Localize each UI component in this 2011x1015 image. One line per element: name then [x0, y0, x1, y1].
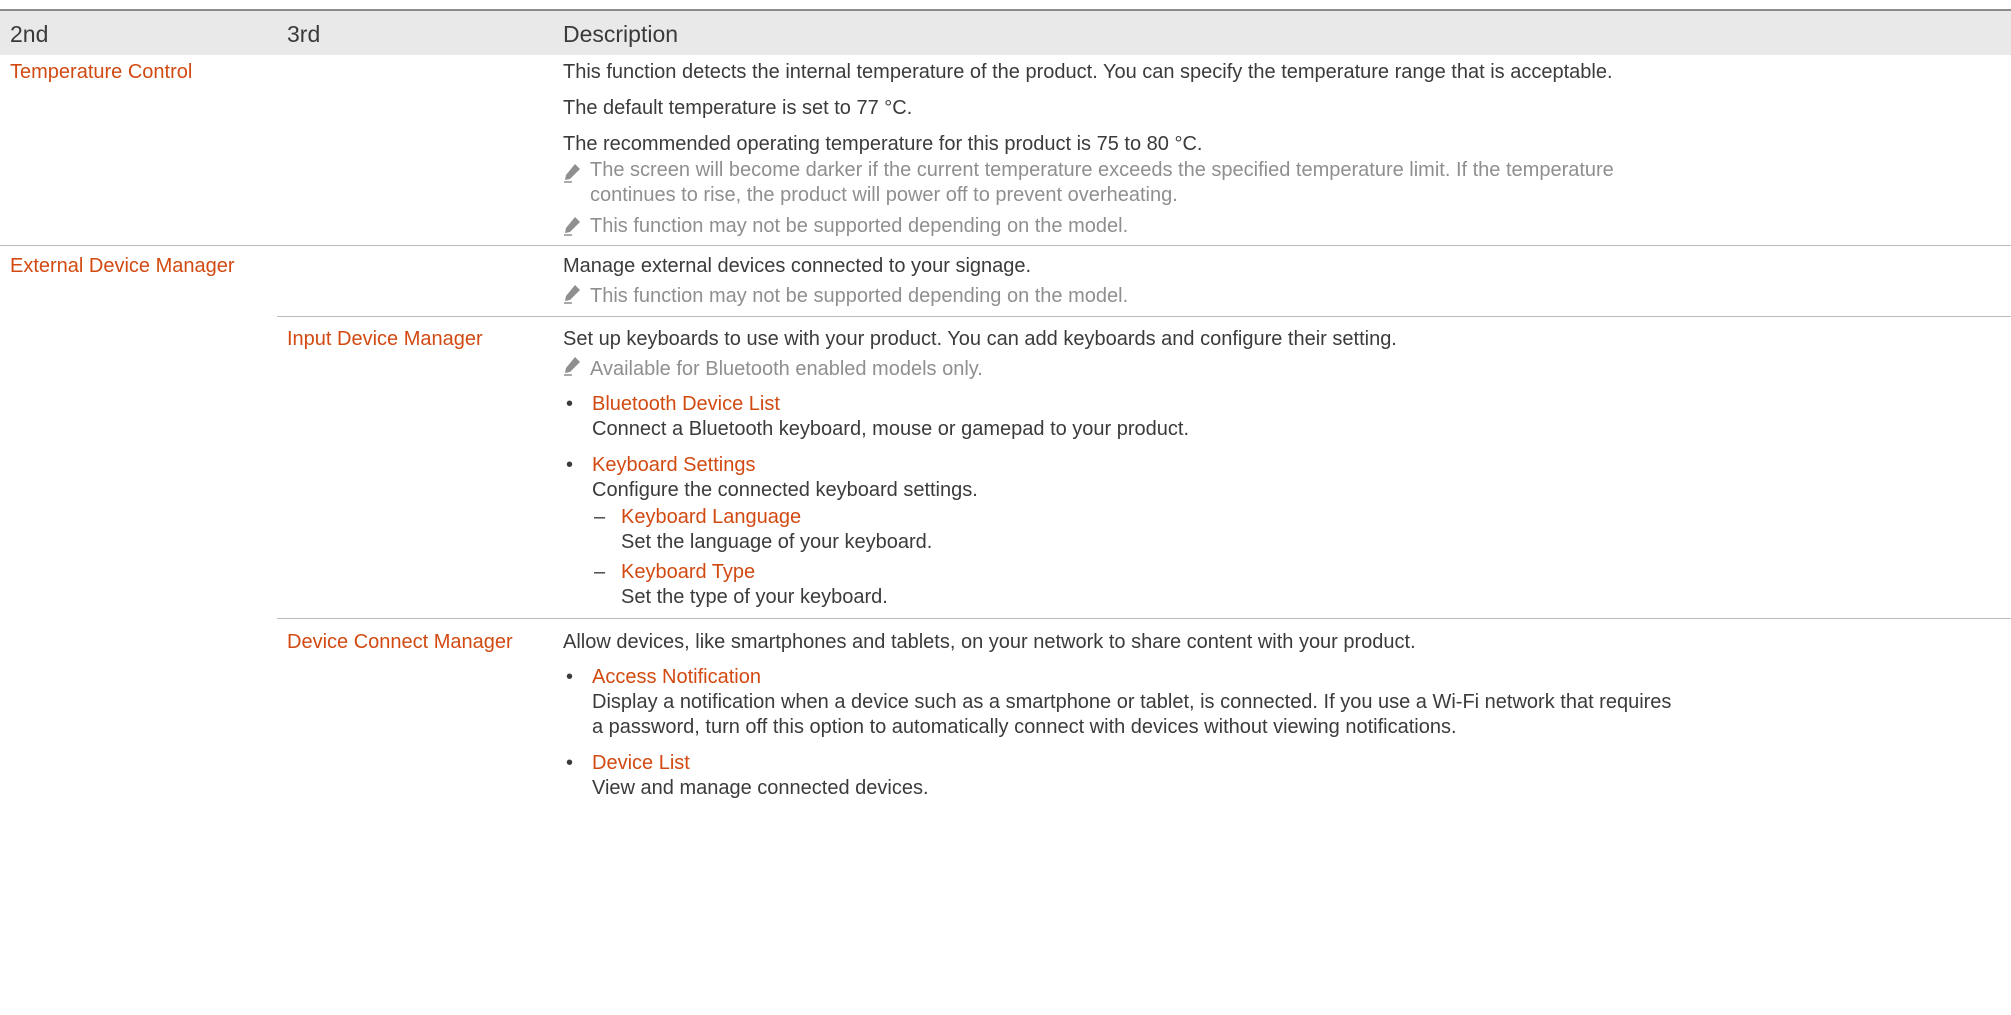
access-notification-desc-line1: Display a notification when a device suc… [592, 691, 1672, 713]
keyboard-settings-title: Keyboard Settings [592, 454, 756, 476]
table-header: 2nd 3rd Description [0, 11, 2011, 55]
dash-marker: – [594, 506, 606, 528]
device-list-desc: View and manage connected devices. [592, 777, 929, 799]
bullet-marker: • [566, 666, 574, 688]
external-device-manager-label: External Device Manager [10, 255, 235, 277]
keyboard-language-title: Keyboard Language [621, 506, 802, 528]
temperature-note-line2: continues to rise, the product will powe… [590, 184, 1178, 206]
pencil-icon [564, 357, 580, 376]
row-divider [277, 316, 2011, 317]
header-description: Description [563, 21, 679, 47]
manual-page: 2nd 3rd Description Temperature Control … [0, 0, 2011, 1015]
input-device-manager-label: Input Device Manager [287, 328, 483, 350]
input-device-note: Available for Bluetooth enabled models o… [590, 358, 983, 380]
external-device-desc: Manage external devices connected to you… [563, 255, 1032, 277]
temperature-note-line1: The screen will become darker if the cur… [590, 159, 1614, 181]
access-notification-desc-line2: a password, turn off this option to auto… [592, 716, 1457, 738]
input-device-desc: Set up keyboards to use with your produc… [563, 328, 1397, 350]
row-divider [0, 245, 2011, 246]
pencil-icon [564, 217, 580, 236]
bullet-marker: • [566, 752, 574, 774]
bullet-marker: • [566, 454, 574, 476]
temperature-control-label: Temperature Control [10, 61, 193, 83]
row-divider [277, 618, 2011, 619]
header-2nd: 2nd [10, 21, 49, 47]
keyboard-settings-desc: Configure the connected keyboard setting… [592, 479, 978, 501]
bullet-marker: • [566, 393, 574, 415]
device-list-title: Device List [592, 752, 690, 774]
pencil-icon [564, 285, 580, 304]
keyboard-type-title: Keyboard Type [621, 561, 756, 583]
temperature-desc-line: This function detects the internal tempe… [563, 61, 1613, 83]
device-connect-manager-label: Device Connect Manager [287, 631, 513, 653]
access-notification-title: Access Notification [592, 666, 761, 688]
bluetooth-device-list-desc: Connect a Bluetooth keyboard, mouse or g… [592, 418, 1190, 440]
keyboard-language-desc: Set the language of your keyboard. [621, 531, 933, 553]
header-3rd: 3rd [287, 21, 321, 47]
bluetooth-device-list-title: Bluetooth Device List [592, 393, 780, 415]
keyboard-type-desc: Set the type of your keyboard. [621, 586, 888, 608]
external-device-note: This function may not be supported depen… [590, 285, 1129, 307]
temperature-recommended-line: The recommended operating temperature fo… [563, 133, 1203, 155]
pencil-icon [564, 164, 580, 183]
device-connect-desc: Allow devices, like smartphones and tabl… [563, 631, 1416, 653]
temperature-default-line: The default temperature is set to 77 °C. [563, 97, 913, 119]
dash-marker: – [594, 561, 606, 583]
temperature-note-model: This function may not be supported depen… [590, 215, 1129, 237]
